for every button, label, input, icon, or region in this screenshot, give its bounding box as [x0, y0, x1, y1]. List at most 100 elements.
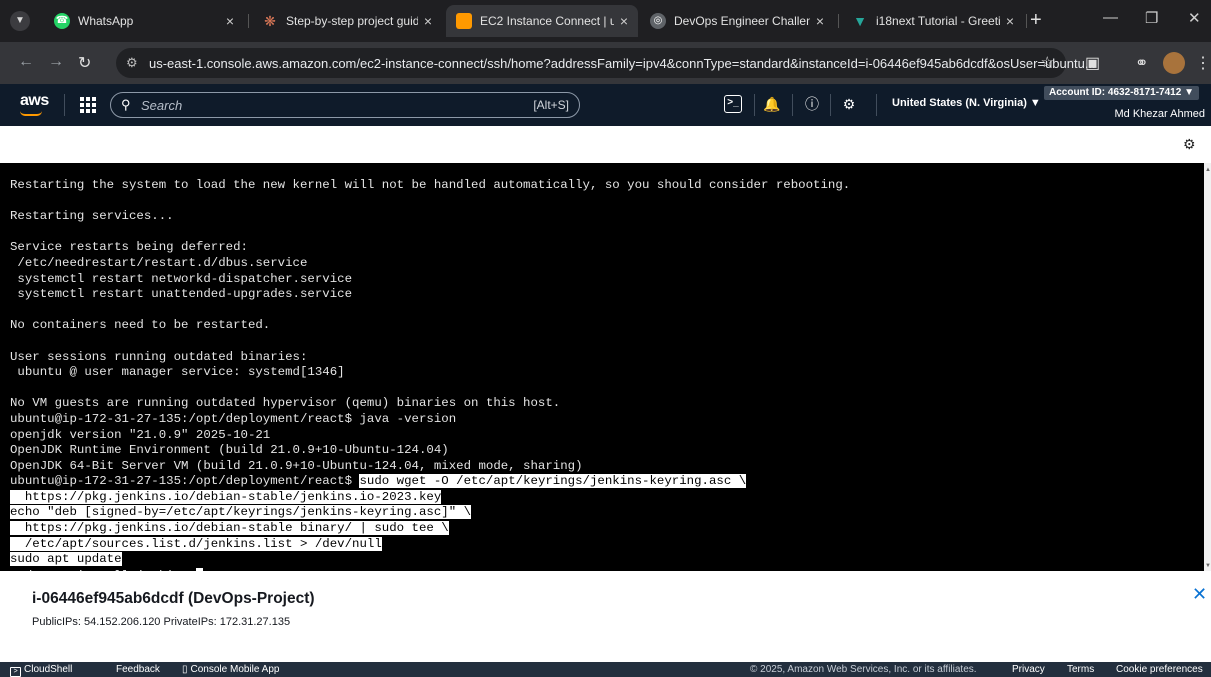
- close-icon[interactable]: ×: [620, 13, 628, 29]
- terminal-text: openjdk version "21.0.9" 2025-10-21: [10, 427, 271, 442]
- globe-icon: ◎: [650, 13, 666, 29]
- terminal-line: ubuntu @ user manager service: systemd[1…: [10, 365, 1204, 381]
- terminal-line: https://pkg.jenkins.io/debian-stable bin…: [10, 521, 1204, 537]
- user-name[interactable]: Md Khezar Ahmed: [1115, 108, 1206, 120]
- minimize-icon[interactable]: —: [1103, 9, 1118, 26]
- tab-project-guide[interactable]: ❋ Step-by-step project guide - ×: [252, 5, 442, 37]
- terminal-text: ubuntu@ip-172-31-27-135:/opt/deployment/…: [10, 411, 457, 426]
- close-icon[interactable]: ×: [424, 13, 432, 29]
- aws-console-header: aws ⚲ Search [Alt+S] >_ 🔔 ⓘ ⚙ United Sta…: [0, 84, 1211, 126]
- mobile-app-link[interactable]: ▯ Console Mobile App: [182, 664, 279, 675]
- terminal-selected-text: https://pkg.jenkins.io/debian-stable/jen…: [10, 489, 442, 504]
- site-info-icon[interactable]: ⚙: [126, 55, 138, 71]
- region-selector[interactable]: United States (N. Virginia) ▼: [892, 97, 1041, 109]
- terminal-selected-text: https://pkg.jenkins.io/debian-stable bin…: [10, 521, 449, 536]
- header-divider: [792, 94, 793, 116]
- tab-divider: [248, 14, 249, 28]
- tab-divider: [838, 14, 839, 28]
- address-bar[interactable]: ⚙ us-east-1.console.aws.amazon.com/ec2-i…: [116, 48, 1096, 78]
- terminal-line: No containers need to be restarted.: [10, 318, 1204, 334]
- terminal-line: Restarting the system to load the new ke…: [10, 178, 1204, 194]
- scroll-up-icon[interactable]: ▲: [1205, 167, 1211, 173]
- tab-i18next-tutorial[interactable]: ▼ i18next Tutorial - Greetings A ×: [842, 5, 1024, 37]
- tab-search-icon[interactable]: ▼: [10, 11, 30, 31]
- terminal-line: sudo apt update: [10, 552, 1204, 568]
- new-tab-icon[interactable]: +: [1030, 9, 1042, 32]
- back-icon[interactable]: ←: [18, 53, 34, 71]
- terminal-text: OpenJDK 64-Bit Server VM (build 21.0.9+1…: [10, 458, 583, 473]
- feedback-link[interactable]: Feedback: [116, 664, 160, 675]
- tab-whatsapp[interactable]: ☎ WhatsApp ×: [44, 5, 244, 37]
- terminal-selected-text: /etc/apt/sources.list.d/jenkins.list > /…: [10, 536, 382, 551]
- tab-label: DevOps Engineer Challenge: [674, 14, 810, 28]
- close-icon[interactable]: ✕: [1192, 584, 1207, 605]
- mobile-icon: ▯: [182, 664, 188, 675]
- terminal-text: Restarting services...: [10, 209, 174, 224]
- search-icon: ⚲: [121, 97, 131, 112]
- browser-tab-strip: ▼ ☎ WhatsApp × ❋ Step-by-step project gu…: [0, 0, 1211, 42]
- i18next-icon: ▼: [853, 13, 867, 29]
- cloudshell-icon[interactable]: >_: [724, 95, 742, 113]
- terminal-line: No VM guests are running outdated hyperv…: [10, 396, 1204, 412]
- terminal-line: systemctl restart unattended-upgrades.se…: [10, 287, 1204, 303]
- instance-title: i-06446ef945ab6dcdf (DevOps-Project): [32, 590, 315, 607]
- more-menu-icon[interactable]: ⋮: [1195, 53, 1211, 73]
- terminal-text: systemctl restart networkd-dispatcher.se…: [10, 271, 353, 286]
- restore-icon[interactable]: ❐: [1145, 9, 1158, 27]
- terminal-line: ubuntu@ip-172-31-27-135:/opt/deployment/…: [10, 474, 1204, 490]
- terminal-cursor: [195, 567, 203, 571]
- close-icon[interactable]: ×: [816, 13, 824, 29]
- terminal-text: OpenJDK Runtime Environment (build 21.0.…: [10, 443, 449, 458]
- url-text[interactable]: us-east-1.console.aws.amazon.com/ec2-ins…: [149, 56, 1096, 71]
- terminal-line: systemctl restart networkd-dispatcher.se…: [10, 272, 1204, 288]
- terms-link[interactable]: Terms: [1067, 664, 1094, 675]
- search-shortcut: [Alt+S]: [533, 98, 569, 112]
- copyright-text: © 2025, Amazon Web Services, Inc. or its…: [750, 664, 977, 675]
- header-divider: [64, 94, 65, 116]
- help-icon[interactable]: ⓘ: [803, 95, 821, 113]
- gear-icon[interactable]: ⚙: [840, 95, 858, 113]
- terminal-selected-text: sudo wget -O /etc/apt/keyrings/jenkins-k…: [359, 474, 747, 489]
- scroll-down-icon[interactable]: ▼: [1205, 563, 1211, 569]
- services-grid-icon[interactable]: [80, 97, 96, 113]
- reload-icon[interactable]: ↻: [78, 53, 91, 73]
- header-divider: [830, 94, 831, 116]
- terminal-line: User sessions running outdated binaries:: [10, 350, 1204, 366]
- terminal-settings-icon[interactable]: ⚙: [1183, 136, 1196, 153]
- header-divider: [876, 94, 877, 116]
- terminal-line: /etc/needrestart/restart.d/dbus.service: [10, 256, 1204, 272]
- cloudshell-icon: >: [10, 667, 21, 677]
- bookmark-star-icon[interactable]: ☆: [1041, 53, 1054, 71]
- terminal-line: Restarting services...: [10, 209, 1204, 225]
- aws-search-input[interactable]: ⚲ Search [Alt+S]: [110, 92, 580, 118]
- extensions-icon[interactable]: ▣: [1085, 53, 1100, 73]
- account-id-menu[interactable]: Account ID: 4632-8171-7412 ▼: [1044, 86, 1199, 100]
- tab-divider: [1026, 14, 1027, 28]
- terminal-scrollbar[interactable]: ▲ ▼: [1204, 163, 1211, 571]
- terminal-text: No VM guests are running outdated hyperv…: [10, 396, 561, 411]
- ssh-terminal[interactable]: Restarting the system to load the new ke…: [0, 163, 1204, 571]
- terminal-text: ubuntu@ip-172-31-27-135:/opt/deployment/…: [10, 474, 360, 489]
- cookie-preferences-link[interactable]: Cookie preferences: [1116, 664, 1203, 675]
- profile-avatar[interactable]: [1163, 52, 1185, 74]
- tab-devops-challenge[interactable]: ◎ DevOps Engineer Challenge ×: [640, 5, 834, 37]
- privacy-link[interactable]: Privacy: [1012, 664, 1045, 675]
- window-close-icon[interactable]: ✕: [1188, 9, 1201, 27]
- aws-logo[interactable]: aws: [20, 92, 49, 110]
- browser-toolbar: ← → ↻ ⚙ us-east-1.console.aws.amazon.com…: [0, 42, 1211, 84]
- terminal-line: /etc/apt/sources.list.d/jenkins.list > /…: [10, 536, 1204, 553]
- bell-icon[interactable]: 🔔: [763, 95, 781, 113]
- link-icon[interactable]: ⚭: [1135, 53, 1148, 73]
- tab-label: i18next Tutorial - Greetings A: [876, 14, 1000, 28]
- claude-icon: ❋: [264, 13, 276, 29]
- tab-ec2-instance-connect[interactable]: EC2 Instance Connect | us-ea ×: [446, 5, 638, 37]
- close-icon[interactable]: ×: [1006, 13, 1014, 29]
- cloudshell-link[interactable]: > CloudShell: [10, 664, 72, 677]
- terminal-line: ubuntu@ip-172-31-27-135:/opt/deployment/…: [10, 412, 1204, 428]
- forward-icon[interactable]: →: [48, 53, 64, 71]
- close-icon[interactable]: ×: [226, 13, 234, 29]
